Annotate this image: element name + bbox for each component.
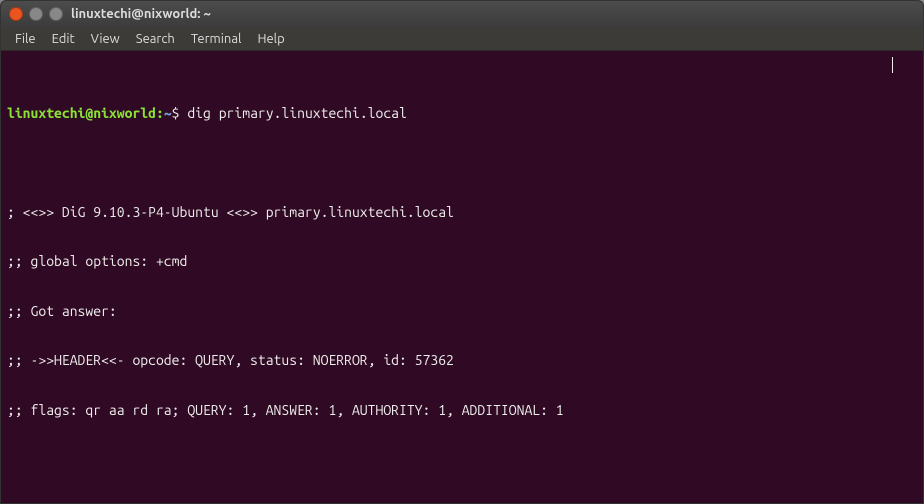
menu-search[interactable]: Search [128,29,183,49]
command-text: dig primary.linuxtechi.local [187,105,407,121]
terminal-area[interactable]: linuxtechi@nixworld:~$ dig primary.linux… [1,51,923,503]
output-line: ;; OPT PSEUDOSECTION: [7,501,917,503]
window-controls [9,7,63,21]
menu-terminal[interactable]: Terminal [183,29,250,49]
output-line [7,451,917,468]
window-title: linuxtechi@nixworld: ~ [71,7,211,21]
text-cursor-ibeam [892,57,893,73]
output-line [7,154,917,171]
prompt-user-host: linuxtechi@nixworld [7,105,156,121]
output-line: ;; ->>HEADER<<- opcode: QUERY, status: N… [7,352,917,369]
menubar: File Edit View Search Terminal Help [1,27,923,51]
prompt-symbol: $ [172,105,180,121]
terminal-window: linuxtechi@nixworld: ~ File Edit View Se… [0,0,924,504]
output-line: ;; global options: +cmd [7,253,917,270]
output-line: ;; flags: qr aa rd ra; QUERY: 1, ANSWER:… [7,402,917,419]
prompt-line: linuxtechi@nixworld:~$ dig primary.linux… [7,105,917,122]
menu-view[interactable]: View [83,29,128,49]
prompt-path: ~ [164,105,172,121]
titlebar: linuxtechi@nixworld: ~ [1,1,923,27]
close-icon[interactable] [9,7,23,21]
minimize-icon[interactable] [29,7,43,21]
output-line: ; <<>> DiG 9.10.3-P4-Ubuntu <<>> primary… [7,204,917,221]
menu-edit[interactable]: Edit [44,29,83,49]
menu-file[interactable]: File [7,29,44,49]
output-line: ;; Got answer: [7,303,917,320]
menu-help[interactable]: Help [249,29,292,49]
maximize-icon[interactable] [49,7,63,21]
